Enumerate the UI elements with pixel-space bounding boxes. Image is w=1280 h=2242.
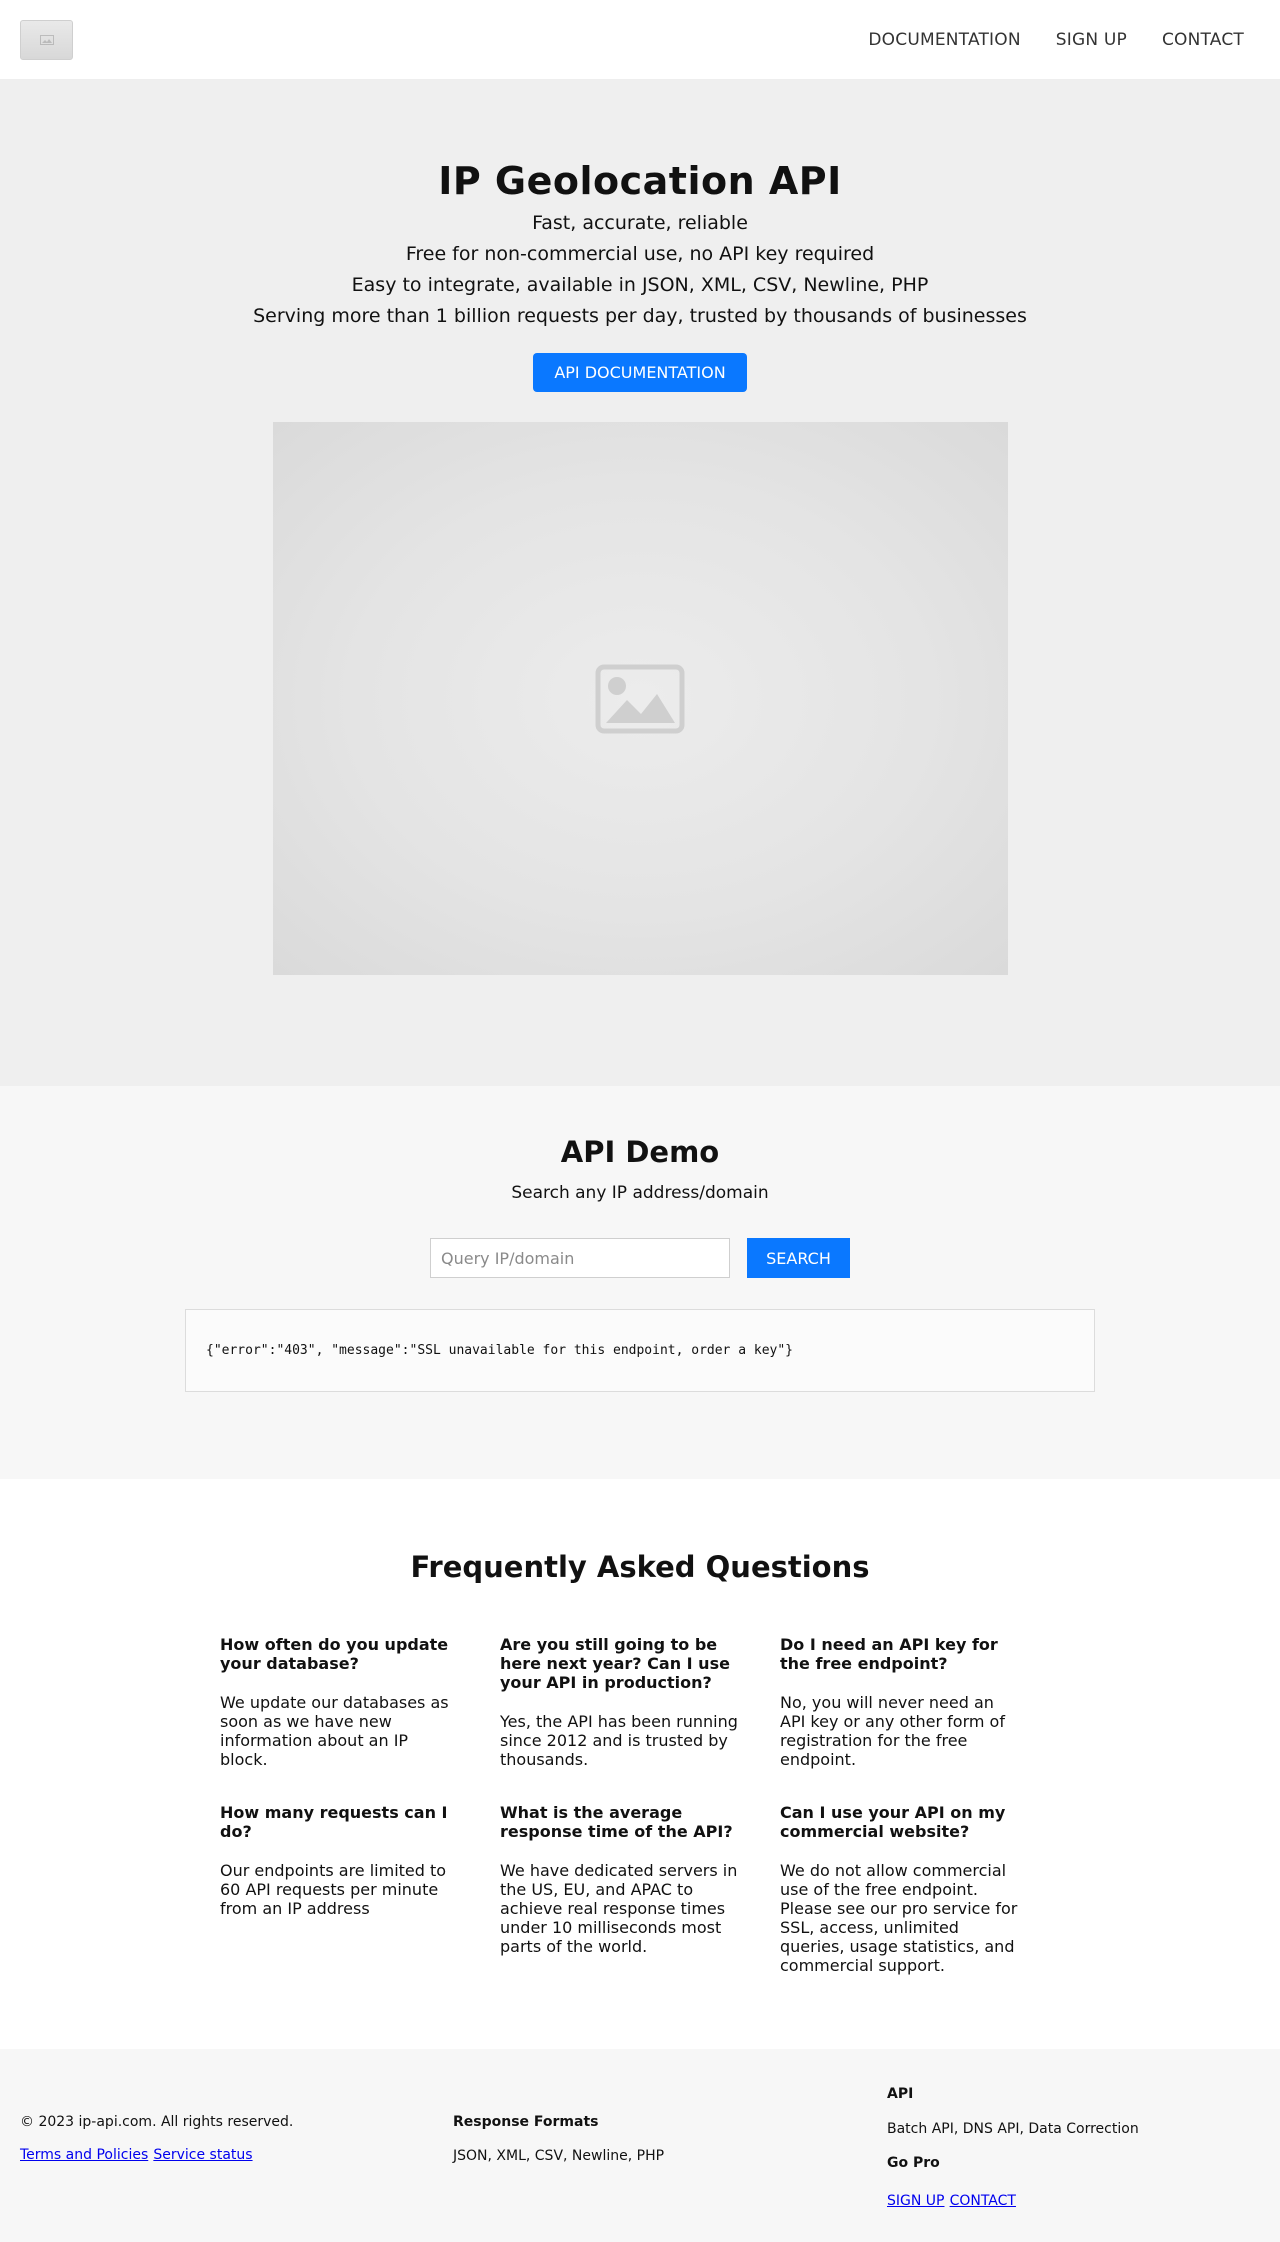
demo-search-form: SEARCH (0, 1238, 1280, 1278)
hero-section: IP Geolocation API Fast, accurate, relia… (0, 80, 1280, 1086)
faq-question: Can I use your API on my commercial webs… (780, 1803, 1006, 1841)
terms-link[interactable]: Terms and Policies (20, 2147, 148, 2163)
api-heading: API (887, 2086, 914, 2102)
demo-result-box: {"error":"403", "message":"SSL unavailab… (185, 1309, 1095, 1392)
faq-item: Can I use your API on my commercial webs… (780, 1803, 1020, 1975)
faq-item: How often do you update your database? W… (220, 1635, 460, 1769)
faq-answer: We do not allow commercial use of the fr… (780, 1861, 1018, 1975)
site-footer: © 2023 ip-api.com. All rights reserved. … (0, 2049, 1280, 2242)
main-nav: DOCUMENTATION SIGN UP CONTACT (833, 30, 1244, 50)
footer-signup-link[interactable]: SIGN UP (887, 2193, 944, 2209)
faq-title: Frequently Asked Questions (410, 1550, 870, 1584)
api-documentation-button[interactable]: API DOCUMENTATION (533, 353, 747, 392)
query-input[interactable] (430, 1238, 730, 1278)
formats-text: JSON, XML, CSV, Newline, PHP (453, 2148, 665, 2164)
site-header: DOCUMENTATION SIGN UP CONTACT (0, 0, 1280, 80)
formats-heading: Response Formats (453, 2114, 599, 2130)
hero-feature-formats: Easy to integrate, available in JSON, XM… (351, 274, 929, 296)
faq-item: What is the average response time of the… (500, 1803, 740, 1975)
faq-answer: Yes, the API has been running since 2012… (500, 1712, 738, 1769)
hero-tagline: Fast, accurate, reliable (532, 212, 748, 234)
demo-result-text: {"error":"403", "message":"SSL unavailab… (206, 1343, 793, 1358)
faq-answer: No, you will never need an API key or an… (780, 1693, 1005, 1769)
demo-title: API Demo (560, 1135, 720, 1169)
go-pro-heading: Go Pro (887, 2155, 940, 2171)
api-demo-section: API Demo Search any IP address/domain SE… (0, 1086, 1280, 1479)
footer-contact-link[interactable]: CONTACT (950, 2193, 1016, 2209)
nav-signup-link[interactable]: SIGN UP (1056, 30, 1127, 50)
demo-subtitle: Search any IP address/domain (511, 1183, 769, 1203)
faq-answer: We update our databases as soon as we ha… (220, 1693, 449, 1769)
hero-title: IP Geolocation API (438, 159, 842, 203)
site-logo[interactable] (20, 19, 73, 60)
faq-question: Do I need an API key for the free endpoi… (780, 1635, 998, 1673)
api-text: Batch API, DNS API, Data Correction (887, 2121, 1139, 2137)
faq-question: How often do you update your database? (220, 1635, 449, 1673)
footer-legal-links: Terms and Policies Service status (20, 2144, 453, 2163)
faq-question: What is the average response time of the… (500, 1803, 733, 1841)
search-button[interactable]: SEARCH (747, 1238, 850, 1278)
hero-image (272, 422, 1008, 975)
go-pro-links: SIGN UP CONTACT (887, 2190, 1139, 2209)
broken-image-icon (39, 34, 54, 45)
footer-column-api: API Batch API, DNS API, Data Correction … (887, 2049, 1139, 2242)
image-placeholder-icon (595, 664, 685, 733)
footer-column-formats: Response Formats JSON, XML, CSV, Newline… (453, 2049, 887, 2242)
faq-answer: We have dedicated servers in the US, EU,… (500, 1861, 738, 1956)
faq-item: Do I need an API key for the free endpoi… (780, 1635, 1020, 1769)
faq-item: Are you still going to be here next year… (500, 1635, 740, 1769)
service-status-link[interactable]: Service status (153, 2147, 252, 2163)
faq-section: Frequently Asked Questions How often do … (0, 1479, 1280, 2049)
faq-question: How many requests can I do? (220, 1803, 448, 1841)
hero-feature-free: Free for non-commercial use, no API key … (405, 243, 875, 265)
hero-feature-scale: Serving more than 1 billion requests per… (253, 305, 1027, 327)
faq-answer: Our endpoints are limited to 60 API requ… (220, 1861, 447, 1918)
footer-column-legal: © 2023 ip-api.com. All rights reserved. … (20, 2049, 453, 2242)
faq-item: How many requests can I do? Our endpoint… (220, 1803, 460, 1975)
nav-documentation-link[interactable]: DOCUMENTATION (868, 30, 1020, 50)
copyright-text: © 2023 ip-api.com. All rights reserved. (20, 2114, 294, 2130)
nav-contact-link[interactable]: CONTACT (1162, 30, 1244, 50)
faq-grid: How often do you update your database? W… (220, 1635, 1060, 1975)
faq-question: Are you still going to be here next year… (500, 1635, 730, 1692)
